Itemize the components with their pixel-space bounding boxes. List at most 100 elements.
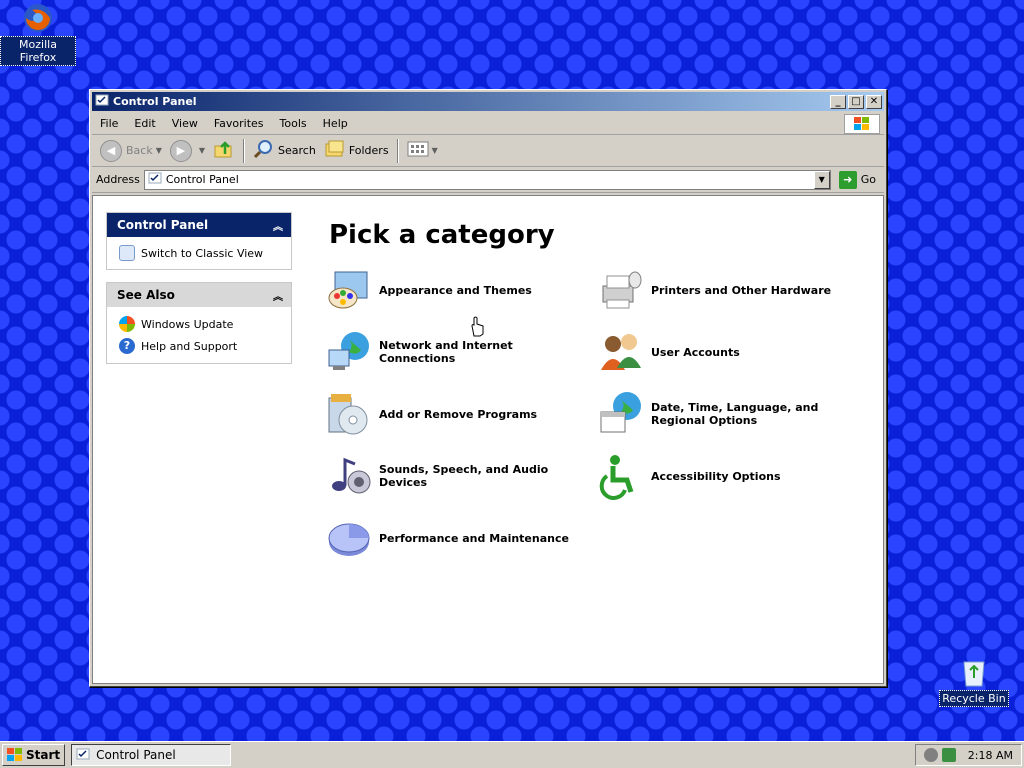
category-network-internet[interactable]: Network and Internet Connections <box>325 328 587 376</box>
standard-toolbar: ◀ Back ▼ ▶ ▼ Search Folders ▼ <box>92 135 884 167</box>
collapse-chevron-icon[interactable]: ︽ <box>273 288 283 303</box>
firefox-icon <box>22 2 54 34</box>
windows-update-icon <box>119 316 135 332</box>
category-sounds-speech-audio[interactable]: Sounds, Speech, and Audio Devices <box>325 452 587 500</box>
help-icon: ? <box>119 338 135 354</box>
category-label: Accessibility Options <box>651 469 781 483</box>
taskbar: Start Control Panel 2:18 AM <box>0 741 1024 768</box>
see-also-header[interactable]: See Also ︽ <box>107 283 291 307</box>
category-label: Appearance and Themes <box>379 283 532 297</box>
programs-box-icon <box>325 390 373 438</box>
start-label: Start <box>26 748 61 762</box>
taskbar-button-control-panel[interactable]: Control Panel <box>71 744 232 766</box>
category-label: Add or Remove Programs <box>379 407 538 421</box>
category-label: User Accounts <box>651 345 740 359</box>
menu-help[interactable]: Help <box>315 117 356 130</box>
menu-view[interactable]: View <box>164 117 206 130</box>
category-label: Network and Internet Connections <box>379 339 513 365</box>
menu-file[interactable]: File <box>92 117 126 130</box>
title-bar[interactable]: Control Panel _ □ ✕ <box>92 92 884 111</box>
switch-classic-view-link[interactable]: Switch to Classic View <box>107 237 291 269</box>
toolbar-separator <box>243 138 246 163</box>
windows-logo-icon <box>844 114 880 134</box>
speaker-note-icon <box>325 452 373 500</box>
category-performance-maintenance[interactable]: Performance and Maintenance <box>325 514 587 562</box>
up-folder-icon <box>213 138 235 163</box>
folders-button[interactable]: Folders <box>320 138 393 164</box>
window-title: Control Panel <box>113 95 197 108</box>
help-and-support-link[interactable]: ? Help and Support <box>107 335 291 357</box>
category-date-time-language[interactable]: Date, Time, Language, and Regional Optio… <box>597 390 859 438</box>
palette-icon <box>325 266 373 314</box>
views-dropdown-icon[interactable]: ▼ <box>432 146 438 155</box>
forward-button[interactable]: ▶ ▼ <box>166 138 209 164</box>
category-label: Printers and Other Hardware <box>651 283 832 297</box>
back-dropdown-icon[interactable]: ▼ <box>156 146 162 155</box>
go-arrow-icon: ➜ <box>838 170 857 189</box>
back-arrow-icon: ◀ <box>100 139 122 162</box>
desktop-icon-recycle-bin[interactable]: Recycle Bin <box>936 656 1012 707</box>
system-tray: 2:18 AM <box>914 744 1022 766</box>
search-button[interactable]: Search <box>249 138 320 164</box>
maximize-button[interactable]: □ <box>848 94 864 109</box>
windows-flag-icon <box>7 748 23 762</box>
toolbar-separator <box>396 138 399 163</box>
see-also-section: See Also ︽ Windows Update ? Help and Sup… <box>106 282 292 364</box>
clock[interactable]: 2:18 AM <box>968 749 1013 762</box>
control-panel-small-icon <box>76 747 90 764</box>
address-value: Control Panel <box>165 173 239 186</box>
desktop-icon-firefox[interactable]: Mozilla Firefox <box>0 2 76 66</box>
network-globe-icon <box>325 328 373 376</box>
category-add-remove-programs[interactable]: Add or Remove Programs <box>325 390 587 438</box>
recycle-bin-icon <box>958 656 990 688</box>
page-title: Pick a category <box>329 220 555 250</box>
switch-classic-view-label: Switch to Classic View <box>141 246 264 260</box>
control-panel-section-header[interactable]: Control Panel ︽ <box>107 213 291 237</box>
back-button[interactable]: ◀ Back ▼ <box>96 138 166 164</box>
content-area: Control Panel ︽ Switch to Classic View S… <box>92 195 884 684</box>
control-panel-section-title: Control Panel <box>117 218 209 232</box>
help-and-support-label: Help and Support <box>141 339 238 353</box>
mouse-pointer-icon <box>469 316 485 341</box>
close-button[interactable]: ✕ <box>866 94 882 109</box>
address-label: Address <box>96 173 140 186</box>
address-field[interactable]: Control Panel ▼ <box>143 169 831 190</box>
control-panel-section: Control Panel ︽ Switch to Classic View <box>106 212 292 270</box>
control-panel-small-icon <box>148 171 162 188</box>
category-accessibility[interactable]: Accessibility Options <box>597 452 859 500</box>
category-printers-hardware[interactable]: Printers and Other Hardware <box>597 266 859 314</box>
search-label: Search <box>278 144 316 157</box>
tray-security-icon[interactable] <box>923 748 938 762</box>
category-user-accounts[interactable]: User Accounts <box>597 328 859 376</box>
windows-update-link[interactable]: Windows Update <box>107 313 291 335</box>
tray-network-icon[interactable] <box>941 748 956 762</box>
control-panel-small-icon <box>95 93 109 110</box>
search-icon <box>253 138 275 163</box>
category-appearance-themes[interactable]: Appearance and Themes <box>325 266 587 314</box>
task-pane: Control Panel ︽ Switch to Classic View S… <box>106 212 292 376</box>
category-label: Sounds, Speech, and Audio Devices <box>379 463 549 489</box>
forward-dropdown-icon[interactable]: ▼ <box>199 146 205 155</box>
forward-arrow-icon: ▶ <box>169 139 192 162</box>
pie-chart-icon <box>325 514 373 562</box>
category-label: Date, Time, Language, and Regional Optio… <box>651 401 819 427</box>
views-button[interactable]: ▼ <box>403 138 442 164</box>
menu-edit[interactable]: Edit <box>126 117 163 130</box>
go-label: Go <box>860 173 876 186</box>
taskbar-button-label: Control Panel <box>96 748 176 762</box>
menu-favorites[interactable]: Favorites <box>206 117 272 130</box>
folders-label: Folders <box>348 144 389 157</box>
collapse-chevron-icon[interactable]: ︽ <box>273 218 283 233</box>
see-also-title: See Also <box>117 288 175 302</box>
category-label: Performance and Maintenance <box>379 531 569 545</box>
go-button[interactable]: ➜ Go <box>835 170 880 189</box>
address-dropdown-icon[interactable]: ▼ <box>813 170 830 189</box>
up-folder-button[interactable] <box>209 138 239 164</box>
menu-tools[interactable]: Tools <box>272 117 315 130</box>
folders-icon <box>324 138 346 163</box>
users-icon <box>597 328 645 376</box>
recycle-bin-label: Recycle Bin <box>939 690 1009 707</box>
minimize-button[interactable]: _ <box>830 94 846 109</box>
start-button[interactable]: Start <box>2 744 66 766</box>
classic-view-icon <box>119 245 135 261</box>
